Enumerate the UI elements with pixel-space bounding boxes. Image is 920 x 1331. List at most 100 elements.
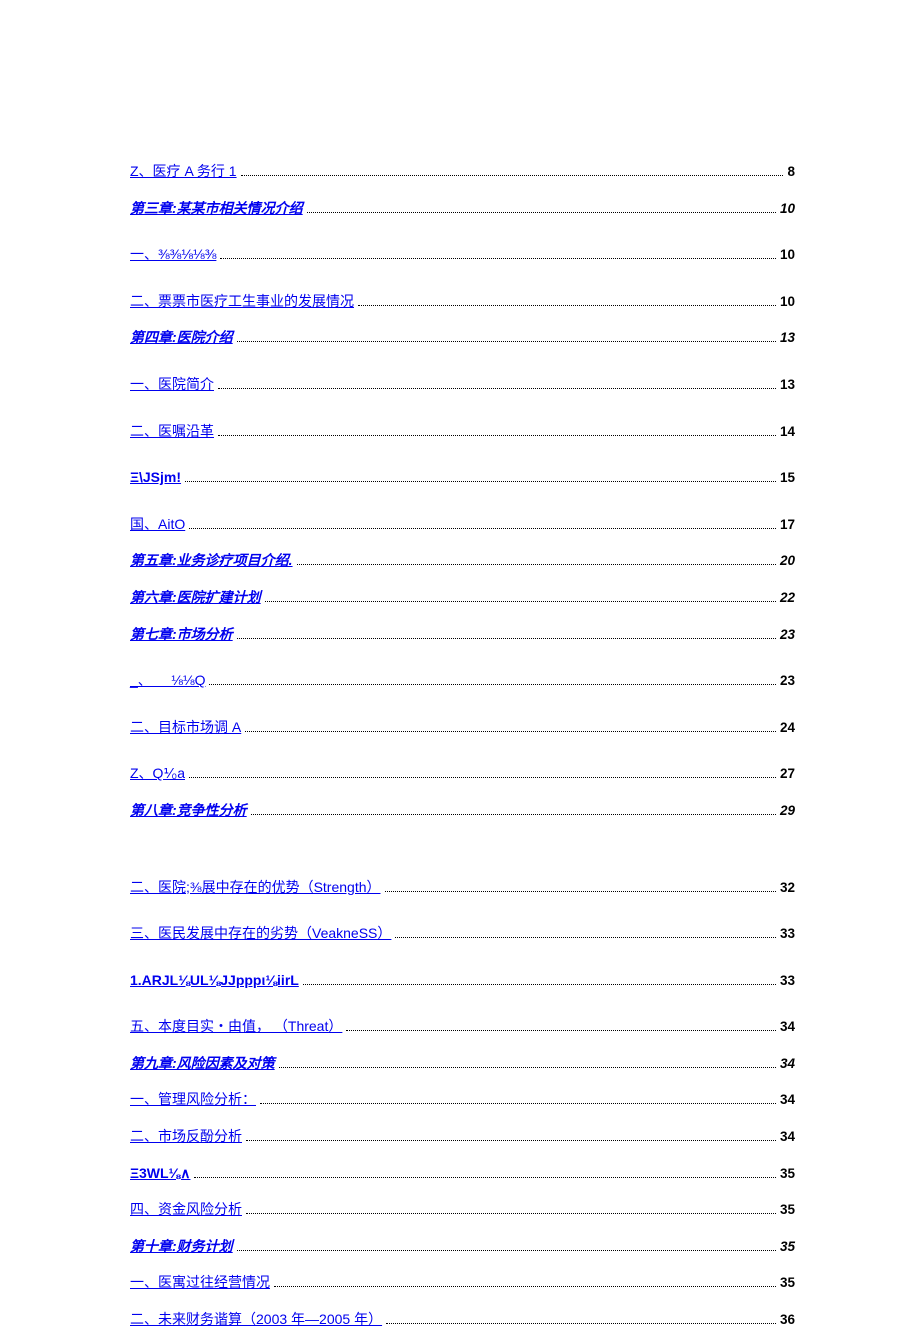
- toc-entry: 第七章:市场分析 23: [130, 623, 795, 646]
- toc-leader-dots: [385, 891, 776, 892]
- toc-page-number: 34: [780, 1089, 795, 1111]
- toc-entry: 三、医民发展中存在的劣势（VeakneSS）33: [130, 922, 795, 945]
- toc-leader-dots: [265, 601, 776, 602]
- toc-entry: Ξ\JSjm! 15: [130, 466, 795, 489]
- toc-entry: Z、医疗 A 务行 1 8: [130, 160, 795, 183]
- toc-page-number: 8: [787, 161, 795, 183]
- toc-label[interactable]: Ξ\JSjm!: [130, 466, 181, 488]
- toc-entry: 四、资金风险分析 35: [130, 1198, 795, 1221]
- toc-label[interactable]: 1.ARJL⅛UL⅛JJpppι⅛iirL: [130, 969, 299, 991]
- toc-entry: Ξ3WL⅛∧ 35: [130, 1162, 795, 1185]
- toc-entry: 五、本度目实・由值， （Threat） 34: [130, 1015, 795, 1038]
- toc-label[interactable]: 二、市场反酚分析: [130, 1125, 242, 1147]
- toc-entry: 一、管理风险分析： 34: [130, 1088, 795, 1111]
- toc-entry: 国、AitO 17: [130, 513, 795, 536]
- toc-label[interactable]: 二、医院;⅜展中存在的优势（Strength）: [130, 876, 381, 898]
- toc-label[interactable]: 二、未来财务谐算（2003 年—2005 年）: [130, 1308, 382, 1330]
- toc-leader-dots: [303, 984, 776, 985]
- toc-label[interactable]: 第六章:医院扩建计划: [130, 586, 261, 608]
- toc-page-number: 36: [780, 1309, 795, 1331]
- toc-page-number: 34: [780, 1016, 795, 1038]
- toc-label[interactable]: Ξ3WL⅛∧: [130, 1162, 190, 1184]
- toc-entry: 二、医嘱沿革 14: [130, 420, 795, 443]
- toc-entry: _、 ⅛⅛Q 23: [130, 669, 795, 692]
- toc-entry: 一、医寓过往经营情况35: [130, 1271, 795, 1294]
- toc-entry: 一、⅜⅜⅛⅛⅜10: [130, 243, 795, 266]
- toc-leader-dots: [346, 1030, 776, 1031]
- toc-page-number: 15: [780, 467, 795, 489]
- toc-page-number: 17: [780, 514, 795, 536]
- toc-entry: 二、目标市场调 A 24: [130, 716, 795, 739]
- toc-entry: 1.ARJL⅛UL⅛JJpppι⅛iirL 33: [130, 969, 795, 992]
- toc-leader-dots: [260, 1103, 776, 1104]
- toc-leader-dots: [274, 1286, 776, 1287]
- toc-leader-dots: [297, 564, 776, 565]
- toc-leader-dots: [395, 937, 776, 938]
- toc-entry: 一、医院简介13: [130, 373, 795, 396]
- toc-entry: 第六章:医院扩建计划 22: [130, 586, 795, 609]
- toc-leader-dots: [386, 1323, 776, 1324]
- toc-label[interactable]: 第五章:业务诊疗项目介绍.: [130, 549, 293, 571]
- toc-label[interactable]: 国、AitO: [130, 513, 185, 535]
- toc-page-number: 34: [780, 1053, 795, 1075]
- toc-label[interactable]: 三、医民发展中存在的劣势（VeakneSS）: [130, 922, 391, 944]
- toc-label[interactable]: 二、医嘱沿革: [130, 420, 214, 442]
- toc-page-number: 35: [780, 1236, 795, 1258]
- toc-page-number: 27: [780, 763, 795, 785]
- toc-label[interactable]: 一、管理风险分析：: [130, 1088, 256, 1110]
- toc-leader-dots: [189, 777, 776, 778]
- toc-label[interactable]: Z、Q⅟₀a: [130, 762, 185, 784]
- toc-leader-dots: [241, 175, 784, 176]
- toc-page-number: 32: [780, 877, 795, 899]
- toc-leader-dots: [307, 212, 776, 213]
- toc-label[interactable]: Z、医疗 A 务行 1: [130, 160, 237, 182]
- toc-entry: 第四章:医院介绍13: [130, 326, 795, 349]
- toc-label[interactable]: 一、⅜⅜⅛⅛⅜: [130, 243, 216, 265]
- toc-page-number: 35: [780, 1163, 795, 1185]
- toc-page-number: 29: [780, 800, 795, 822]
- toc-entry: 第三章:某某市相关情况介绍10: [130, 197, 795, 220]
- toc-entry: 二、市场反酚分析 34: [130, 1125, 795, 1148]
- toc-leader-dots: [245, 731, 776, 732]
- toc-leader-dots: [358, 305, 776, 306]
- toc-leader-dots: [237, 638, 776, 639]
- toc-label[interactable]: 二、目标市场调 A: [130, 716, 241, 738]
- toc-entry: 第八章:竞争性分析 29: [130, 799, 795, 822]
- toc-page-number: 33: [780, 970, 795, 992]
- toc-label[interactable]: 第七章:市场分析: [130, 623, 233, 645]
- toc-label[interactable]: 五、本度目实・由值， （Threat）: [130, 1015, 342, 1037]
- toc-leader-dots: [209, 684, 775, 685]
- toc-leader-dots: [237, 1250, 776, 1251]
- toc-label[interactable]: 一、医寓过往经营情况: [130, 1271, 270, 1293]
- toc-page-number: 23: [780, 670, 795, 692]
- toc-page-number: 23: [780, 624, 795, 646]
- toc-page-number: 22: [780, 587, 795, 609]
- toc-page-number: 34: [780, 1126, 795, 1148]
- toc-page-number: 35: [780, 1199, 795, 1221]
- toc-label[interactable]: 四、资金风险分析: [130, 1198, 242, 1220]
- toc-page-number: 10: [780, 291, 795, 313]
- toc-leader-dots: [194, 1177, 775, 1178]
- toc-entry: 第五章:业务诊疗项目介绍. 20: [130, 549, 795, 572]
- toc-leader-dots: [218, 435, 776, 436]
- toc-page-number: 20: [780, 550, 795, 572]
- toc-entry: 第十章:财务计划 35: [130, 1235, 795, 1258]
- toc-label[interactable]: 第十章:财务计划: [130, 1235, 233, 1257]
- toc-page-number: 14: [780, 421, 795, 443]
- toc-leader-dots: [279, 1067, 776, 1068]
- toc-entry: 二、票票市医疗工生事业的发展情况 10: [130, 290, 795, 313]
- toc-label[interactable]: 第四章:医院介绍: [130, 326, 233, 348]
- toc-label[interactable]: 一、医院简介: [130, 373, 214, 395]
- toc-page-number: 24: [780, 717, 795, 739]
- toc-leader-dots: [237, 341, 776, 342]
- toc-entry: Z、Q⅟₀a 27: [130, 762, 795, 785]
- toc-entry: 二、医院;⅜展中存在的优势（Strength） 32: [130, 876, 795, 899]
- toc-label[interactable]: 第八章:竞争性分析: [130, 799, 247, 821]
- toc-leader-dots: [220, 258, 776, 259]
- toc-label[interactable]: 二、票票市医疗工生事业的发展情况: [130, 290, 354, 312]
- toc-entry: 第九章:风险因素及对策 34: [130, 1052, 795, 1075]
- toc-label[interactable]: 第三章:某某市相关情况介绍: [130, 197, 303, 219]
- toc-label[interactable]: _、 ⅛⅛Q: [130, 669, 205, 691]
- toc-leader-dots: [185, 481, 776, 482]
- toc-label[interactable]: 第九章:风险因素及对策: [130, 1052, 275, 1074]
